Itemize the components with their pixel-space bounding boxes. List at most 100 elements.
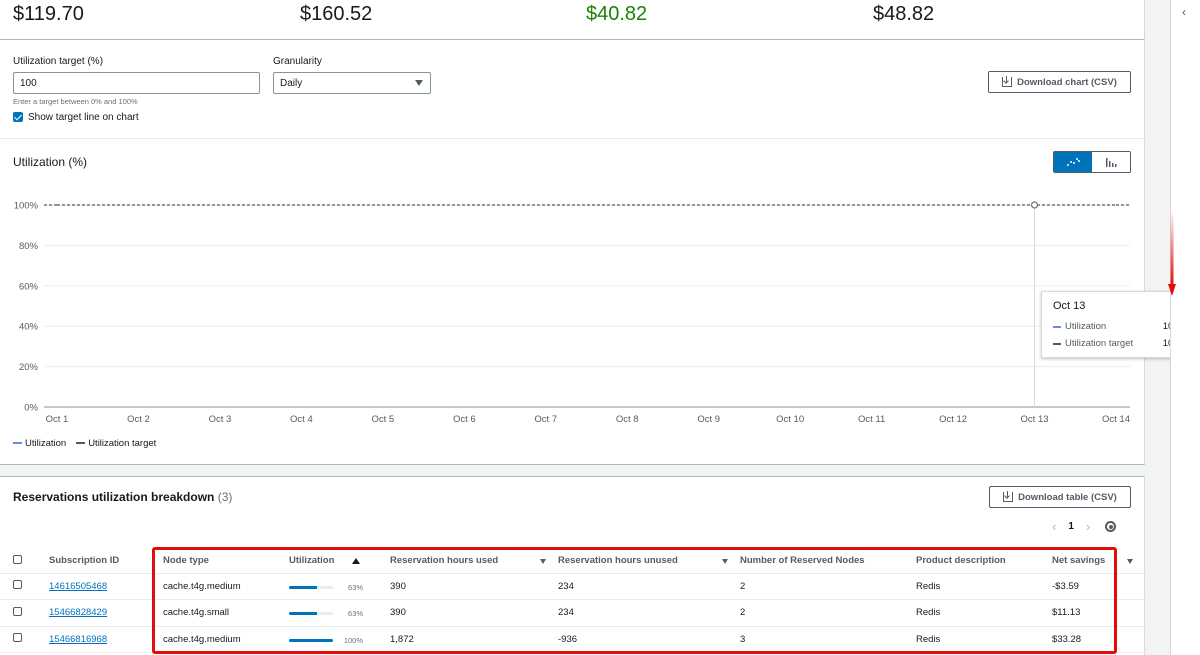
y-tick-label: 60% bbox=[19, 281, 39, 292]
column-header-net-savings[interactable]: Net savings bbox=[1052, 549, 1145, 574]
utilization-target-input[interactable]: 100 bbox=[13, 72, 260, 94]
x-tick-label: Oct 9 bbox=[697, 414, 720, 425]
chart-legend: Utilization Utilization target bbox=[13, 438, 156, 449]
net-savings-cell: $11.13 bbox=[1052, 599, 1145, 627]
utilization-chart: 0% 20% 40% 60% 80% 100% Oct 1 Oct 2 Oct 3 Oct 4 Oc… bbox=[14, 201, 1130, 425]
legend-swatch bbox=[76, 442, 86, 445]
checkbox-checked-icon[interactable] bbox=[13, 112, 23, 122]
x-tick-label: Oct 2 bbox=[127, 414, 150, 425]
target-hint: Enter a target between 0% and 100% bbox=[13, 97, 138, 106]
x-tick-label: Oct 3 bbox=[209, 414, 232, 425]
line-chart-icon bbox=[1067, 158, 1080, 166]
x-tick-label: Oct 14 bbox=[1102, 414, 1130, 425]
bar-chart-toggle-button[interactable] bbox=[1092, 152, 1130, 172]
tooltip-title: Oct 13 bbox=[1053, 300, 1086, 312]
summary-value: $48.82 bbox=[873, 3, 935, 25]
column-header-reserved-nodes[interactable]: Number of Reserved Nodes bbox=[740, 549, 916, 574]
table-row: 15466816968 cache.t4g.medium 100% 1,872 … bbox=[0, 626, 1145, 653]
x-tick-label: Oct 4 bbox=[290, 414, 313, 425]
x-tick-label: Oct 6 bbox=[453, 414, 476, 425]
subscription-id-link[interactable]: 15466828429 bbox=[49, 607, 107, 618]
utilization-percent: 100% bbox=[343, 635, 363, 645]
utilization-bar bbox=[289, 638, 333, 642]
row-checkbox[interactable] bbox=[13, 606, 22, 616]
chart-title: Utilization (%) bbox=[13, 155, 88, 169]
legend-label: Utilization bbox=[25, 438, 67, 449]
column-header-utilization[interactable]: Utilization bbox=[289, 549, 390, 574]
column-header-node-type[interactable]: Node type bbox=[163, 549, 289, 574]
page-number[interactable]: 1 bbox=[1068, 521, 1074, 532]
bar-chart-icon bbox=[1106, 158, 1117, 167]
legend-item[interactable]: Utilization target bbox=[76, 438, 156, 449]
granularity-value: Daily bbox=[280, 78, 303, 89]
utilization-cell: 63% bbox=[289, 599, 390, 627]
column-header-subscription-id[interactable]: Subscription ID bbox=[49, 549, 163, 574]
download-table-label: Download table (CSV) bbox=[1018, 491, 1117, 503]
tooltip-row: Utilization target 100% bbox=[1053, 338, 1187, 349]
sort-icon bbox=[722, 559, 728, 564]
x-tick-label: Oct 10 bbox=[776, 414, 804, 425]
column-label: Utilization bbox=[289, 555, 335, 567]
utilization-bar bbox=[289, 612, 333, 616]
line-chart-toggle-button[interactable] bbox=[1054, 152, 1092, 172]
row-select-cell bbox=[0, 599, 49, 627]
node-type-cell: cache.t4g.medium bbox=[163, 626, 289, 653]
reserved-nodes-cell: 2 bbox=[740, 573, 916, 600]
granularity-select[interactable]: Daily bbox=[273, 72, 431, 94]
x-tick-label: Oct 5 bbox=[371, 414, 394, 425]
row-select-cell bbox=[0, 626, 49, 653]
chevron-right-icon[interactable]: › bbox=[1086, 519, 1090, 534]
utilization-cell: 100% bbox=[289, 626, 390, 653]
tooltip-label: Utilization target bbox=[1065, 338, 1134, 349]
row-checkbox[interactable] bbox=[13, 580, 22, 590]
legend-swatch bbox=[1053, 325, 1061, 328]
column-header-hours-used[interactable]: Reservation hours used bbox=[390, 549, 558, 574]
show-target-checkbox[interactable]: Show target line on chart bbox=[13, 111, 139, 123]
column-header-hours-unused[interactable]: Reservation hours unused bbox=[558, 549, 740, 574]
x-tick-label: Oct 12 bbox=[939, 414, 967, 425]
table-title-text: Reservations utilization breakdown bbox=[13, 490, 215, 504]
caret-down-icon bbox=[415, 80, 423, 86]
legend-item[interactable]: Utilization bbox=[13, 438, 66, 449]
y-tick-label: 100% bbox=[14, 201, 39, 212]
net-savings-cell: -$3.59 bbox=[1052, 573, 1145, 600]
table-row: 15466828429 cache.t4g.small 63% 390 234 … bbox=[0, 599, 1145, 627]
chart-type-toggle[interactable] bbox=[1053, 151, 1131, 173]
show-target-label: Show target line on chart bbox=[28, 111, 139, 123]
subscription-id-link[interactable]: 14616505468 bbox=[49, 581, 107, 592]
download-icon bbox=[1003, 491, 1014, 502]
reservations-table: Subscription ID Node type Utilization Re… bbox=[0, 549, 1145, 653]
sort-icon bbox=[1127, 559, 1133, 564]
target-label: Utilization target (%) bbox=[13, 56, 104, 67]
hours-unused-cell: 234 bbox=[558, 573, 740, 600]
gear-icon[interactable] bbox=[1105, 521, 1117, 532]
download-table-button[interactable]: Download table (CSV) bbox=[989, 486, 1131, 508]
table-title: Reservations utilization breakdown (3) bbox=[13, 490, 232, 504]
y-tick-label: 80% bbox=[19, 241, 39, 252]
utilization-percent: 63% bbox=[347, 609, 363, 619]
subscription-id-cell: 14616505468 bbox=[49, 573, 163, 600]
chevron-left-icon[interactable]: ‹ bbox=[1182, 5, 1186, 19]
summary-card: $119.70 $160.52 $40.82 $48.82 bbox=[0, 0, 1145, 40]
chevron-left-icon[interactable]: ‹ bbox=[1052, 519, 1056, 534]
row-checkbox[interactable] bbox=[13, 633, 22, 643]
x-tick-label: Oct 11 bbox=[858, 414, 885, 425]
column-label: Product description bbox=[916, 555, 1006, 567]
product-description-cell: Redis bbox=[916, 573, 1052, 600]
column-label: Reservation hours unused bbox=[558, 555, 678, 567]
select-all-header bbox=[0, 549, 49, 574]
node-type-cell: cache.t4g.small bbox=[163, 599, 289, 627]
x-tick-label: Oct 13 bbox=[1021, 414, 1049, 425]
utilization-bar-fill bbox=[289, 585, 317, 589]
download-chart-button[interactable]: Download chart (CSV) bbox=[988, 71, 1131, 93]
subscription-id-link[interactable]: 15466816968 bbox=[49, 634, 107, 645]
data-point-utilization bbox=[1030, 201, 1039, 209]
hours-unused-cell: -936 bbox=[558, 626, 740, 653]
tooltip-row: Utilization 100% bbox=[1053, 321, 1187, 332]
select-all-checkbox[interactable] bbox=[13, 554, 22, 564]
product-description-cell: Redis bbox=[916, 599, 1052, 627]
subscription-id-cell: 15466816968 bbox=[49, 626, 163, 653]
table-header-row: Subscription ID Node type Utilization Re… bbox=[0, 549, 1145, 574]
utilization-bar-fill bbox=[289, 612, 317, 616]
column-header-product-description[interactable]: Product description bbox=[916, 549, 1052, 574]
